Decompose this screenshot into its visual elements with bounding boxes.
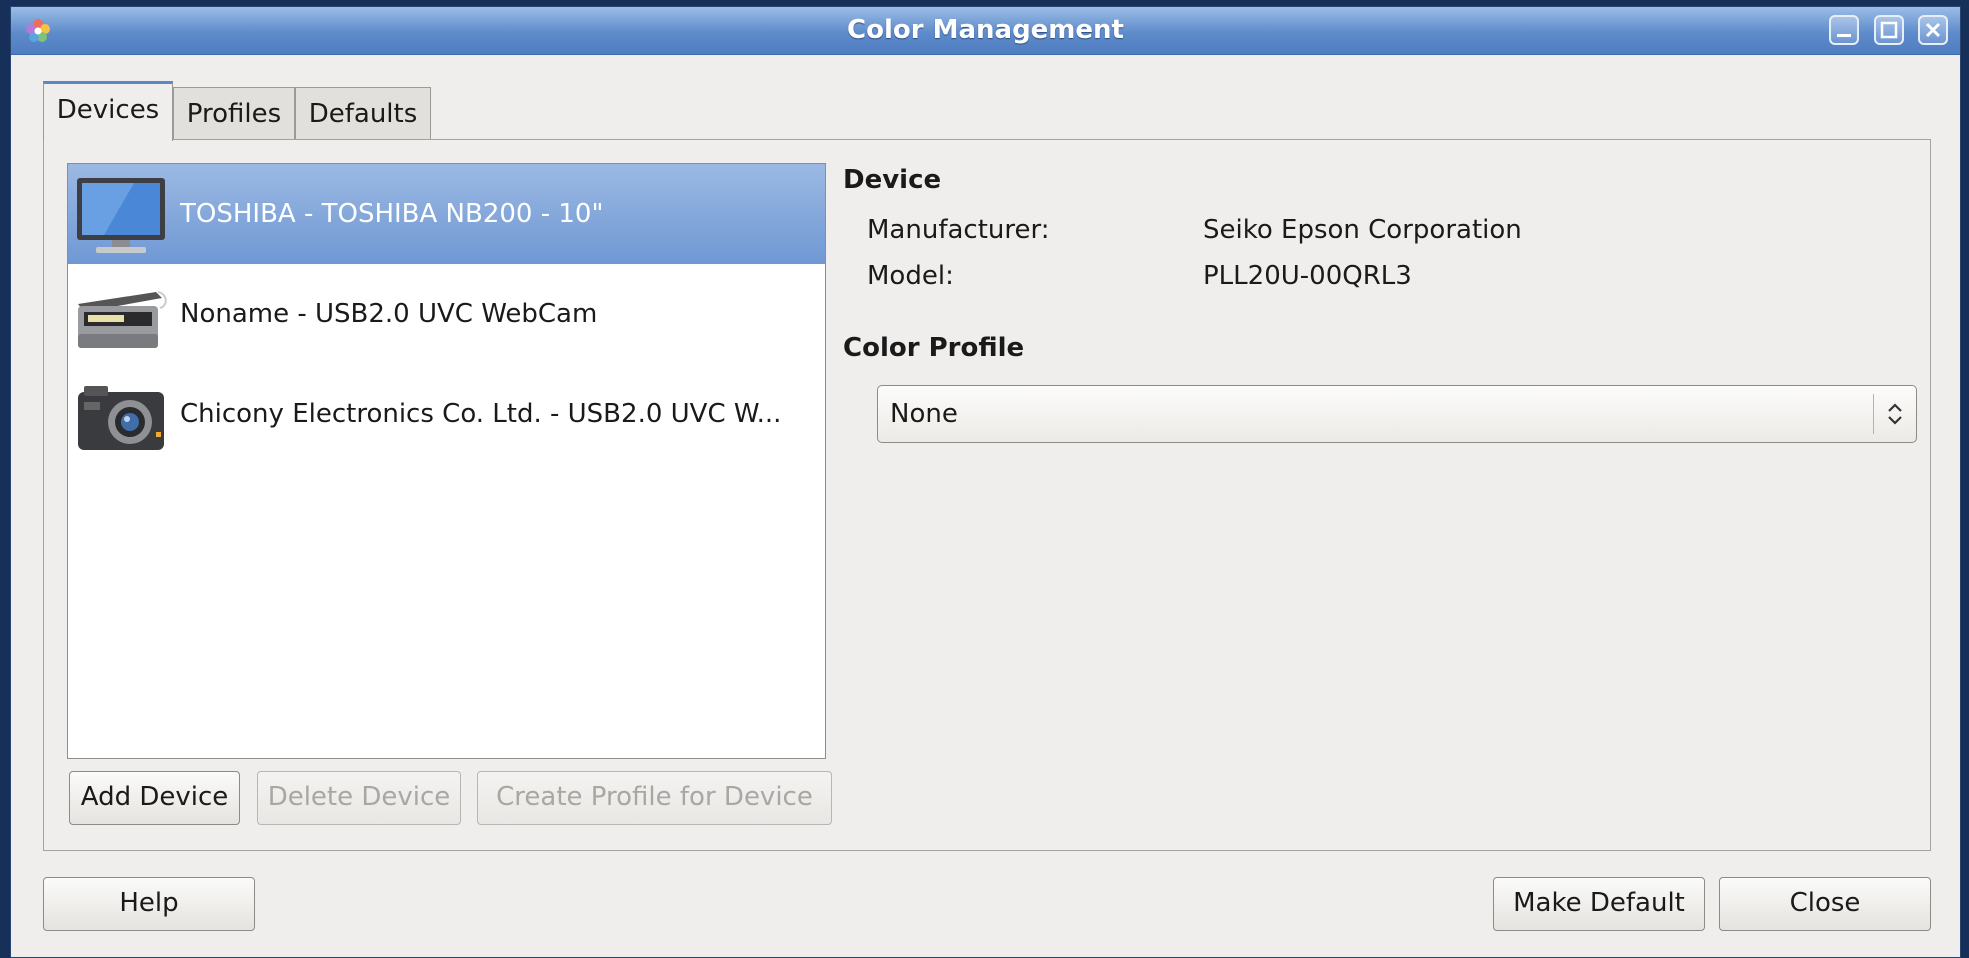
add-device-button[interactable]: Add Device	[69, 771, 240, 825]
color-profile-select[interactable]: None	[877, 385, 1917, 443]
tab-devices-label: Devices	[56, 95, 160, 125]
device-label: Noname - USB2.0 UVC WebCam	[180, 299, 598, 329]
combo-separator	[1873, 394, 1874, 434]
close-button[interactable]: Close	[1719, 877, 1931, 931]
manufacturer-value: Seiko Epson Corporation	[1203, 215, 1522, 245]
make-default-button[interactable]: Make Default	[1493, 877, 1705, 931]
tab-defaults[interactable]: Defaults	[295, 87, 431, 141]
color-profile-heading: Color Profile	[843, 333, 1025, 363]
camera-icon	[78, 386, 164, 450]
monitor-icon	[77, 178, 165, 253]
maximize-icon	[1880, 21, 1898, 39]
maximize-button[interactable]	[1874, 15, 1904, 45]
close-icon	[1925, 22, 1941, 38]
up-down-arrows-icon	[1888, 403, 1902, 425]
close-window-button[interactable]	[1918, 15, 1948, 45]
model-label: Model:	[867, 261, 954, 291]
window-title: Color Management	[847, 15, 1124, 45]
minimize-button[interactable]	[1829, 15, 1859, 45]
create-profile-button[interactable]: Create Profile for Device	[477, 771, 832, 825]
tab-profiles-label: Profiles	[186, 99, 282, 129]
device-row-chicony[interactable]: Chicony Electronics Co. Ltd. - USB2.0 UV…	[68, 364, 825, 464]
title-bar[interactable]: Color Management	[11, 7, 1960, 55]
help-button[interactable]: Help	[43, 877, 255, 931]
device-label: TOSHIBA - TOSHIBA NB200 - 10"	[180, 199, 604, 229]
device-row-webcam[interactable]: Noname - USB2.0 UVC WebCam	[68, 264, 825, 364]
device-heading: Device	[843, 165, 942, 195]
model-value: PLL20U-00QRL3	[1203, 261, 1412, 291]
tab-defaults-label: Defaults	[308, 99, 418, 129]
tab-profiles[interactable]: Profiles	[173, 87, 295, 141]
device-label: Chicony Electronics Co. Ltd. - USB2.0 UV…	[180, 399, 782, 429]
color-profile-value: None	[890, 399, 958, 429]
manufacturer-label: Manufacturer:	[867, 215, 1050, 245]
tab-devices[interactable]: Devices	[43, 81, 173, 141]
device-list[interactable]: TOSHIBA - TOSHIBA NB200 - 10" Noname - U…	[67, 163, 826, 759]
device-row-toshiba[interactable]: TOSHIBA - TOSHIBA NB200 - 10"	[68, 164, 825, 264]
scanner-icon	[78, 291, 167, 348]
minimize-icon	[1837, 34, 1851, 37]
color-management-window: Color Management Devices Profiles Defaul…	[10, 6, 1961, 958]
delete-device-button[interactable]: Delete Device	[257, 771, 461, 825]
